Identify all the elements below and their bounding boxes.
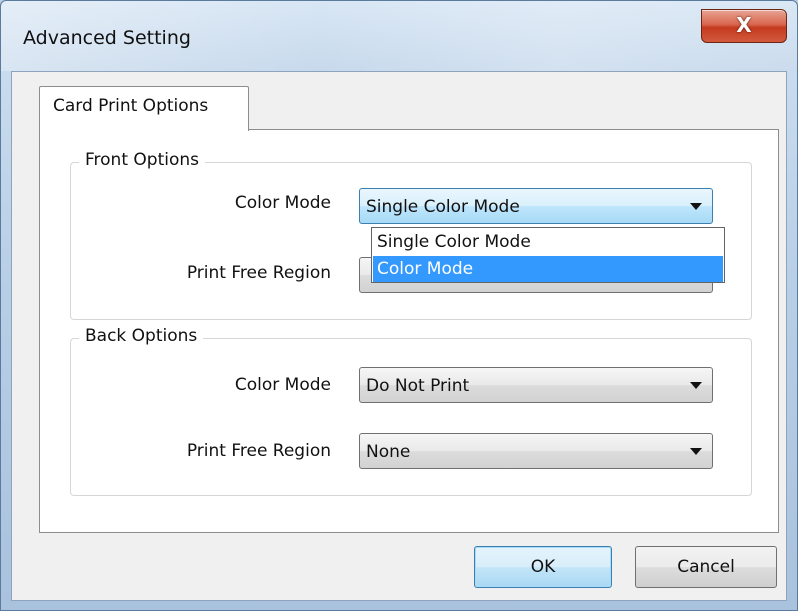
back-print-free-region-value: None (366, 442, 411, 462)
back-print-free-region-select[interactable]: None (359, 433, 713, 469)
chevron-down-icon (690, 203, 702, 210)
tab-card-print-options[interactable]: Card Print Options (39, 86, 249, 131)
front-color-mode-value: Single Color Mode (366, 197, 520, 217)
back-options-group: Back Options Color Mode Do Not Print Pri… (70, 326, 752, 496)
ok-button[interactable]: OK (474, 546, 612, 588)
close-icon: X (736, 13, 752, 37)
back-color-mode-select[interactable]: Do Not Print (359, 367, 713, 403)
front-color-mode-label: Color Mode (234, 193, 331, 213)
back-print-free-region-label: Print Free Region (186, 441, 331, 461)
front-color-mode-select[interactable]: Single Color Mode (359, 188, 713, 224)
front-print-free-region-label: Print Free Region (186, 263, 331, 283)
title-bar[interactable]: Advanced Setting X (1, 1, 797, 71)
cancel-button[interactable]: Cancel (635, 546, 777, 588)
back-color-mode-label: Color Mode (234, 375, 331, 395)
dropdown-option-highlighted[interactable]: Color Mode (373, 256, 723, 282)
tab-label: Card Print Options (53, 96, 209, 116)
back-color-mode-value: Do Not Print (366, 376, 470, 396)
dropdown-option[interactable]: Single Color Mode (373, 229, 723, 255)
back-options-legend: Back Options (79, 326, 204, 346)
front-options-legend: Front Options (79, 150, 205, 170)
close-button[interactable]: X (701, 9, 787, 43)
dialog-window: Advanced Setting X Card Print Options Fr… (0, 0, 798, 611)
chevron-down-icon (690, 382, 702, 389)
dialog-content: Card Print Options Front Options Color M… (11, 71, 787, 601)
chevron-down-icon (690, 448, 702, 455)
front-color-mode-dropdown-list: Single Color Mode Color Mode (371, 227, 725, 283)
tab-panel: Front Options Color Mode Single Color Mo… (39, 129, 779, 533)
window-title: Advanced Setting (23, 27, 191, 49)
